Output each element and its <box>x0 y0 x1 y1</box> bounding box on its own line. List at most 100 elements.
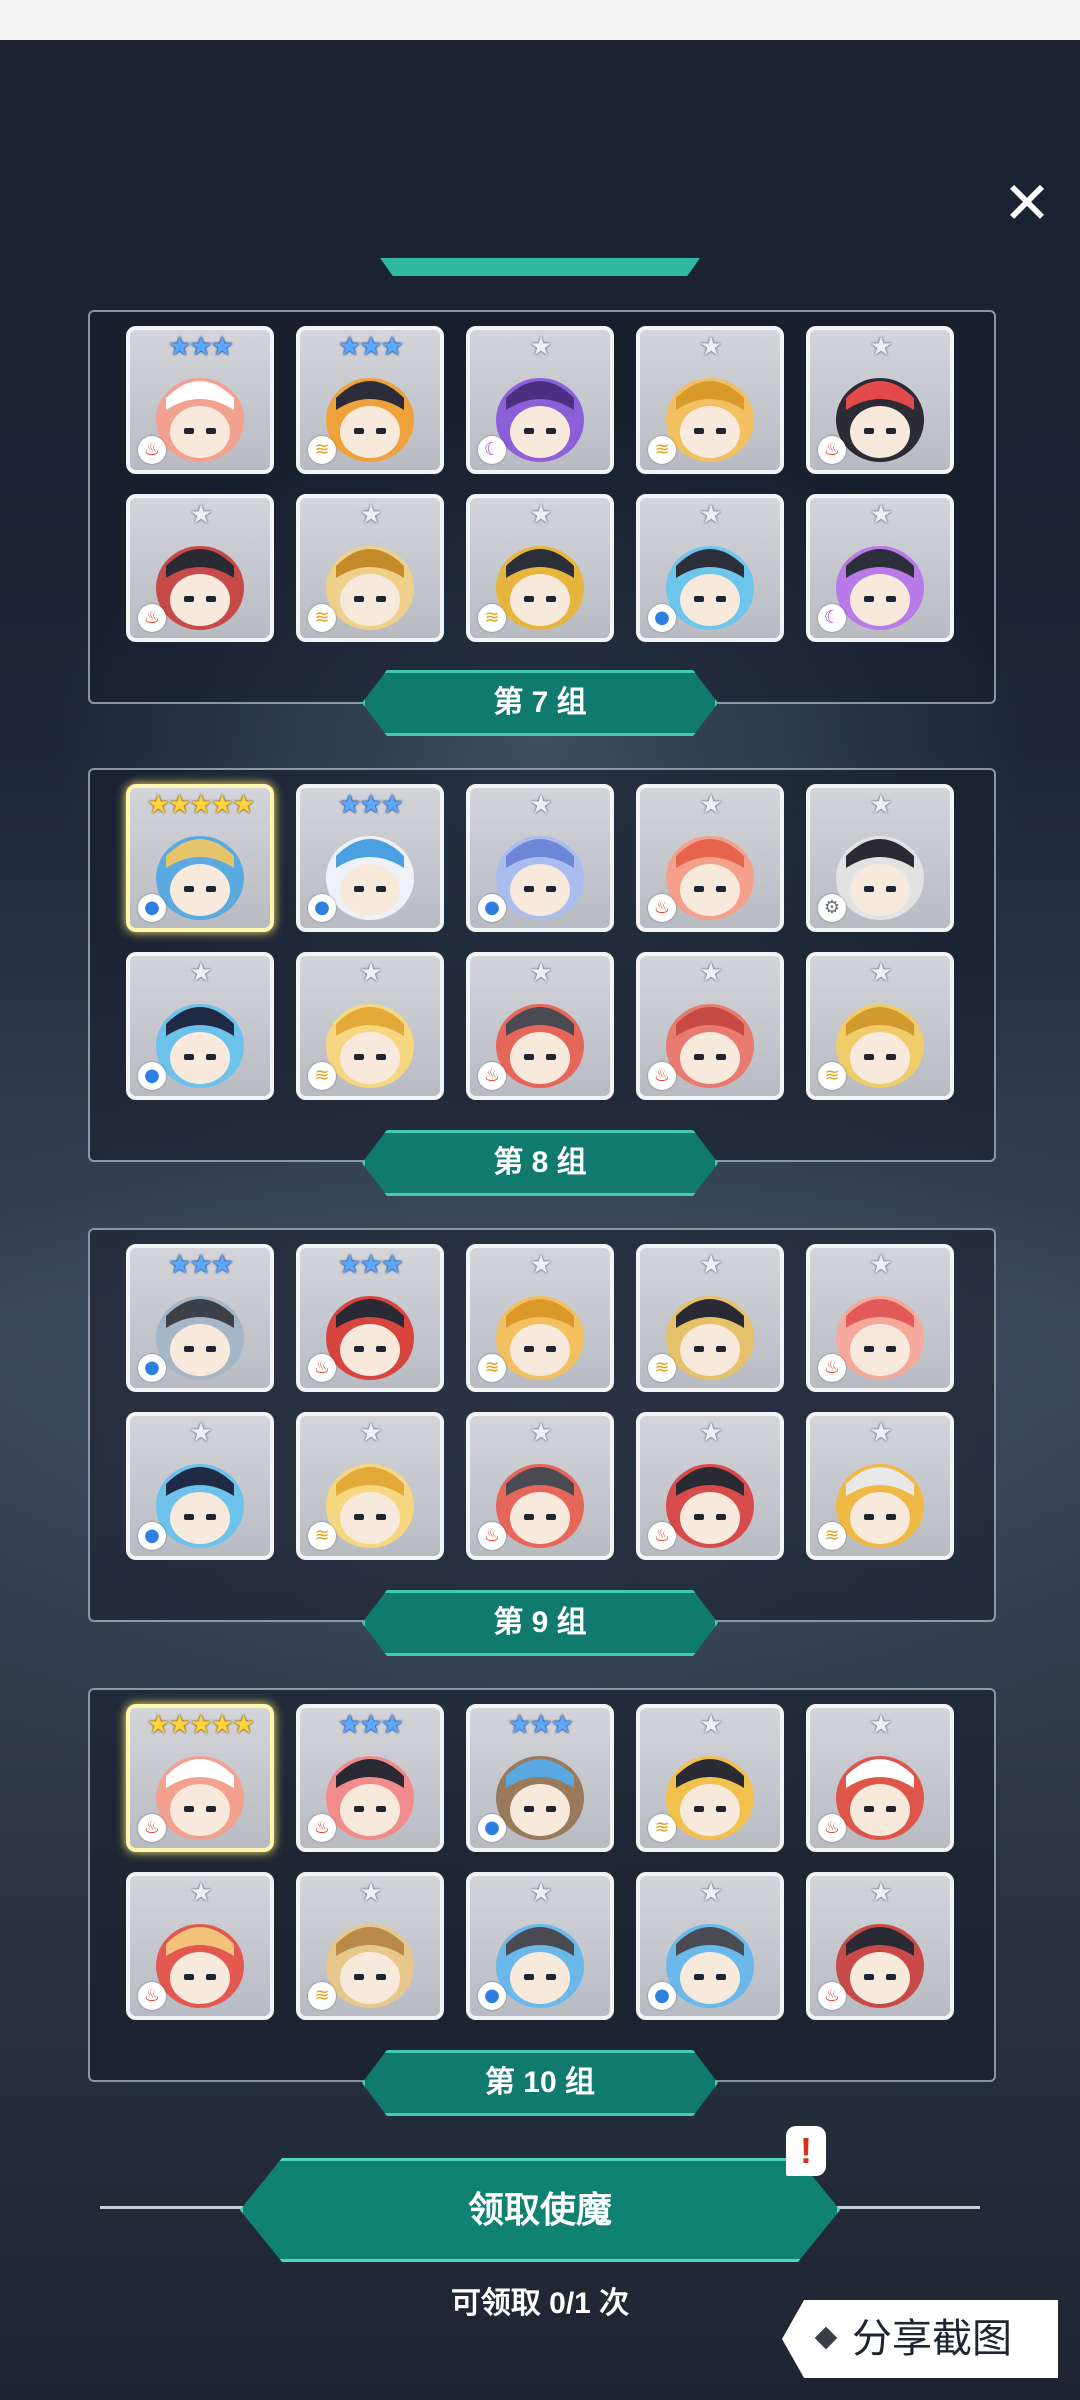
familiar-card[interactable]: ★ ≋ <box>296 1872 444 2020</box>
water-drop-icon: ● <box>478 1814 506 1842</box>
familiar-card[interactable]: ★★★ ♨ <box>296 1244 444 1392</box>
star-rating: ★★★ <box>168 1250 234 1280</box>
close-button[interactable]: ✕ <box>996 172 1058 234</box>
star-rating: ★ <box>189 500 212 530</box>
star-rating: ★ <box>869 1710 892 1740</box>
water-drop-icon: ● <box>138 1062 166 1090</box>
water-drop-icon: ● <box>478 1982 506 2010</box>
familiar-card[interactable]: ★ ≋ <box>466 1244 614 1392</box>
star-rating: ★★★ <box>508 1710 574 1740</box>
star-rating: ★ <box>869 1418 892 1448</box>
water-drop-icon: ● <box>478 894 506 922</box>
star-rating: ★★★ <box>338 790 404 820</box>
familiar-card[interactable]: ★ ≋ <box>296 952 444 1100</box>
star-rating: ★★★ <box>338 1250 404 1280</box>
familiar-card[interactable]: ★ ● <box>636 494 784 642</box>
familiar-card[interactable]: ★ ≋ <box>636 326 784 474</box>
star-rating: ★ <box>359 500 382 530</box>
familiar-card[interactable]: ★★★★★ ● <box>126 784 274 932</box>
star-rating: ★ <box>529 958 552 988</box>
familiar-card[interactable]: ★ ● <box>636 1872 784 2020</box>
group-panel: ★★★ ● ★★★ ♨ ★ ≋ ★ ≋ ★ ♨ ★ ● ★ ≋ ★ ♨ ★ ♨ ★ ≋ <box>88 1228 996 1622</box>
status-bar <box>0 0 1080 40</box>
star-rating: ★ <box>359 1418 382 1448</box>
familiar-card[interactable]: ★★★ ♨ <box>296 1704 444 1852</box>
familiar-card[interactable]: ★ ● <box>126 1412 274 1560</box>
familiar-card[interactable]: ★ ♨ <box>636 952 784 1100</box>
fire-icon: ♨ <box>648 894 676 922</box>
water-drop-icon: ● <box>648 604 676 632</box>
familiar-card[interactable]: ★ ⚙ <box>806 784 954 932</box>
familiar-grid: ★★★ ♨ ★★★ ≋ ★ ☾ ★ ≋ ★ ♨ ★ ♨ ★ ≋ ★ ≋ ★ ● ★ ☾ <box>126 326 954 642</box>
wind-icon: ≋ <box>648 1354 676 1382</box>
star-rating: ★★★★★ <box>146 790 256 820</box>
familiar-card[interactable]: ★ ♨ <box>806 1704 954 1852</box>
star-rating: ★ <box>529 1250 552 1280</box>
familiar-card[interactable]: ★ ≋ <box>466 494 614 642</box>
familiar-card[interactable]: ★ ♨ <box>466 1412 614 1560</box>
familiar-card[interactable]: ★ ≋ <box>296 1412 444 1560</box>
familiar-card[interactable]: ★ ≋ <box>636 1704 784 1852</box>
familiar-card[interactable]: ★★★ ● <box>296 784 444 932</box>
familiar-grid: ★★★ ● ★★★ ♨ ★ ≋ ★ ≋ ★ ♨ ★ ● ★ ≋ ★ ♨ ★ ♨ ★ ≋ <box>126 1244 954 1560</box>
group-panel: ★★★★★ ● ★★★ ● ★ ● ★ ♨ ★ ⚙ ★ ● ★ ≋ ★ ♨ ★ ♨ ★ ≋ <box>88 768 996 1162</box>
familiar-card[interactable]: ★ ♨ <box>806 1244 954 1392</box>
star-rating: ★★★ <box>338 1710 404 1740</box>
fire-icon: ♨ <box>478 1062 506 1090</box>
claim-familiar-button[interactable]: 领取使魔 <box>240 2158 840 2262</box>
star-rating: ★ <box>699 1878 722 1908</box>
familiar-card[interactable]: ★ ♨ <box>466 952 614 1100</box>
familiar-card[interactable]: ★ ≋ <box>636 1244 784 1392</box>
familiar-card[interactable]: ★ ♨ <box>636 1412 784 1560</box>
familiar-card[interactable]: ★ ♨ <box>636 784 784 932</box>
fire-icon: ♨ <box>138 436 166 464</box>
familiar-grid: ★★★★★ ● ★★★ ● ★ ● ★ ♨ ★ ⚙ ★ ● ★ ≋ ★ ♨ ★ ♨ ★ ≋ <box>126 784 954 1100</box>
star-rating: ★ <box>699 1710 722 1740</box>
star-rating: ★ <box>359 1878 382 1908</box>
familiar-card[interactable]: ★ ☾ <box>806 494 954 642</box>
water-drop-icon: ● <box>138 1354 166 1382</box>
wind-icon: ≋ <box>818 1522 846 1550</box>
footer-divider-left <box>100 2206 250 2209</box>
wind-icon: ≋ <box>478 604 506 632</box>
familiar-card[interactable]: ★ ≋ <box>806 1412 954 1560</box>
fire-icon: ♨ <box>818 1814 846 1842</box>
moon-icon: ☾ <box>818 604 846 632</box>
familiar-card[interactable]: ★ ● <box>126 952 274 1100</box>
water-drop-icon: ● <box>308 894 336 922</box>
star-rating: ★ <box>529 1878 552 1908</box>
familiar-card[interactable]: ★ ≋ <box>806 952 954 1100</box>
wind-icon: ≋ <box>648 1814 676 1842</box>
group-label: 第 8 组 <box>362 1130 718 1196</box>
group-label: 第 7 组 <box>362 670 718 736</box>
fire-icon: ♨ <box>138 604 166 632</box>
share-screenshot-button[interactable]: 分享截图 <box>782 2300 1058 2378</box>
familiar-card[interactable]: ★ ☾ <box>466 326 614 474</box>
fire-icon: ♨ <box>138 1814 166 1842</box>
star-rating: ★ <box>529 500 552 530</box>
familiar-card[interactable]: ★ ♨ <box>126 1872 274 2020</box>
familiar-card[interactable]: ★ ● <box>466 784 614 932</box>
familiar-card[interactable]: ★ ♨ <box>806 1872 954 2020</box>
star-rating: ★ <box>529 790 552 820</box>
fire-icon: ♨ <box>308 1354 336 1382</box>
star-rating: ★★★★★ <box>146 1710 256 1740</box>
familiar-card[interactable]: ★★★ ● <box>126 1244 274 1392</box>
familiar-card[interactable]: ★ ♨ <box>806 326 954 474</box>
familiar-card[interactable]: ★ ● <box>466 1872 614 2020</box>
star-rating: ★ <box>189 1878 212 1908</box>
star-rating: ★ <box>699 790 722 820</box>
star-rating: ★ <box>189 958 212 988</box>
star-rating: ★ <box>869 958 892 988</box>
fire-icon: ♨ <box>478 1522 506 1550</box>
star-rating: ★ <box>529 332 552 362</box>
familiar-card[interactable]: ★★★ ≋ <box>296 326 444 474</box>
familiar-card[interactable]: ★★★ ♨ <box>126 326 274 474</box>
fire-icon: ♨ <box>138 1982 166 2010</box>
group-label: 第 10 组 <box>362 2050 718 2116</box>
familiar-card[interactable]: ★ ♨ <box>126 494 274 642</box>
familiar-card[interactable]: ★ ≋ <box>296 494 444 642</box>
familiar-card[interactable]: ★★★ ● <box>466 1704 614 1852</box>
familiar-card[interactable]: ★★★★★ ♨ <box>126 1704 274 1852</box>
fire-icon: ♨ <box>818 436 846 464</box>
